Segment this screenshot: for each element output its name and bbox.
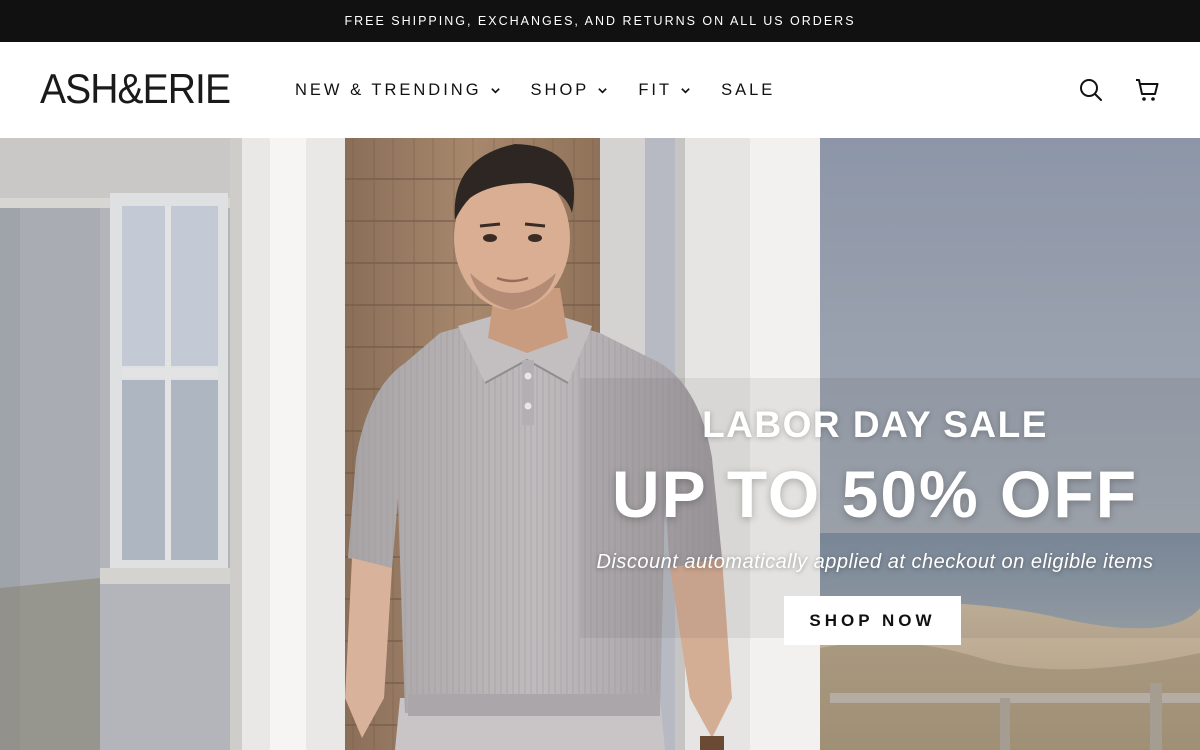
chevron-down-icon xyxy=(597,85,608,96)
chevron-down-icon xyxy=(490,85,501,96)
nav-item-sale[interactable]: SALE xyxy=(721,81,775,100)
nav-item-label: SALE xyxy=(721,80,776,99)
announcement-bar: FREE SHIPPING, EXCHANGES, AND RETURNS ON… xyxy=(0,0,1200,42)
shop-now-button[interactable]: SHOP NOW xyxy=(784,596,961,645)
nav-item-shop[interactable]: SHOP xyxy=(531,81,609,100)
hero-subtext: Discount automatically applied at checko… xyxy=(596,551,1154,573)
main-nav: NEW & TRENDING SHOP FIT SALE xyxy=(295,42,805,138)
nav-item-new-trending[interactable]: NEW & TRENDING xyxy=(295,81,501,100)
hero-headline: UP TO 50% OFF xyxy=(611,457,1139,531)
hero-text-block: LABOR DAY SALE UP TO 50% OFF Discount au… xyxy=(590,138,1170,750)
cart-icon[interactable] xyxy=(1134,77,1160,103)
announcement-text: FREE SHIPPING, EXCHANGES, AND RETURNS ON… xyxy=(344,14,856,28)
search-icon[interactable] xyxy=(1078,77,1104,103)
nav-item-label: NEW & TRENDING xyxy=(295,80,482,99)
brand-logo[interactable]: ASH&ERIE xyxy=(40,68,231,110)
site-header: ASH&ERIE NEW & TRENDING SHOP FIT SALE xyxy=(0,42,1200,138)
header-actions xyxy=(1078,42,1160,138)
nav-item-fit[interactable]: FIT xyxy=(638,81,691,100)
nav-item-label: FIT xyxy=(638,80,673,99)
nav-item-label: SHOP xyxy=(530,80,590,99)
hero-banner[interactable]: LABOR DAY SALE UP TO 50% OFF Discount au… xyxy=(0,138,1200,750)
chevron-down-icon xyxy=(680,85,691,96)
hero-kicker: LABOR DAY SALE xyxy=(702,404,1048,445)
